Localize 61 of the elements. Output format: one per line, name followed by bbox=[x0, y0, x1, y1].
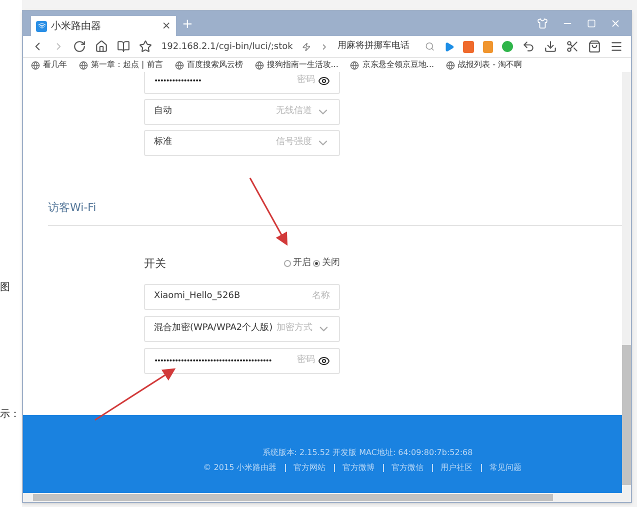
home-icon[interactable] bbox=[95, 40, 108, 53]
radio-label: 关闭 bbox=[322, 257, 340, 270]
horizontal-scrollbar[interactable] bbox=[23, 493, 631, 502]
background-window-text: 图 bbox=[0, 281, 11, 295]
bookmark-link[interactable]: 战报列表 - 淘不啊 bbox=[458, 59, 522, 71]
bookmark-link[interactable]: 京东悬全领京豆地... bbox=[362, 59, 434, 71]
vertical-scrollbar[interactable] bbox=[622, 72, 631, 493]
field-label: 名称 bbox=[312, 290, 330, 304]
star-icon[interactable] bbox=[139, 40, 152, 53]
bookmark-link[interactable]: 看几年 bbox=[43, 59, 67, 71]
bookmark-icon bbox=[79, 60, 88, 70]
field-value: Xiaomi_Hello_526B bbox=[154, 290, 242, 304]
router-logo-icon bbox=[36, 20, 47, 32]
book-icon[interactable] bbox=[117, 40, 130, 53]
eye-icon[interactable] bbox=[318, 355, 330, 367]
bookmark-link[interactable]: 搜狗指南一生活攻... bbox=[266, 59, 338, 71]
version-text: 系统版本: 2.15.52 开发版 MAC地址: 64:09:80:7b:52:68 bbox=[262, 447, 473, 459]
bookmark-icon bbox=[254, 60, 264, 70]
bookmark-link[interactable]: 第一章：起点 | 前言 bbox=[91, 59, 163, 71]
play-icon[interactable] bbox=[444, 40, 454, 52]
field-label: 密码 bbox=[297, 354, 315, 368]
field-label: 密码 bbox=[297, 74, 315, 88]
radio-button[interactable] bbox=[313, 260, 320, 268]
bookmark-icon bbox=[446, 60, 456, 70]
field-value: 标准 bbox=[154, 136, 173, 150]
bookmark-icon bbox=[31, 60, 40, 70]
field-label: 无线信道 bbox=[276, 105, 312, 118]
tab-title: 小米路由器 bbox=[51, 20, 102, 34]
radio-button[interactable] bbox=[284, 260, 291, 268]
form-field[interactable]: Xiaomi_Hello_526B 名称 bbox=[144, 284, 340, 310]
menu-icon[interactable] bbox=[610, 40, 623, 53]
search-icon[interactable] bbox=[425, 41, 435, 52]
download-icon[interactable] bbox=[544, 40, 557, 53]
lightning-icon[interactable] bbox=[302, 42, 311, 52]
background-window-text: 示： bbox=[0, 408, 21, 422]
chat-icon[interactable] bbox=[502, 41, 513, 52]
bookmark-link[interactable]: 百度搜索风云榜 bbox=[186, 59, 243, 71]
form-field[interactable]: 自动 无线信道 bbox=[144, 99, 340, 125]
field-value: 自动 bbox=[154, 105, 173, 118]
form-field[interactable]: 混合加密(WPA/WPA2个人版) 加密方式 bbox=[144, 316, 340, 342]
section-title: 访客Wi-Fi bbox=[48, 200, 98, 216]
scissors-icon[interactable] bbox=[566, 40, 579, 53]
app-icon[interactable] bbox=[482, 40, 494, 52]
app-icon[interactable] bbox=[463, 40, 474, 52]
reload-icon[interactable] bbox=[73, 40, 86, 53]
bookmark-icon bbox=[350, 60, 360, 70]
bookmark-icon bbox=[174, 60, 184, 70]
field-label: 信号强度 bbox=[276, 136, 312, 150]
bag-icon[interactable] bbox=[588, 40, 601, 53]
form-field[interactable]: 标准 信号强度 bbox=[144, 130, 340, 156]
address-field[interactable]: 192.168.2.1/cgi-bin/luci/;stok bbox=[161, 40, 293, 52]
tab-close-button[interactable]: × bbox=[162, 18, 171, 34]
field-value: 混合加密(WPA/WPA2个人版) bbox=[154, 322, 273, 336]
browser-tab[interactable]: 小米路由器 × bbox=[31, 16, 176, 36]
search-field[interactable]: 用麻将拼挪车电话 bbox=[337, 40, 416, 54]
radio-label: 开启 bbox=[293, 257, 311, 270]
annotation-arrow bbox=[249, 178, 288, 246]
switch-label: 开关 bbox=[144, 256, 167, 272]
eye-icon[interactable] bbox=[318, 75, 330, 87]
field-label: 加密方式 bbox=[276, 322, 313, 336]
undo-icon[interactable] bbox=[522, 40, 535, 53]
